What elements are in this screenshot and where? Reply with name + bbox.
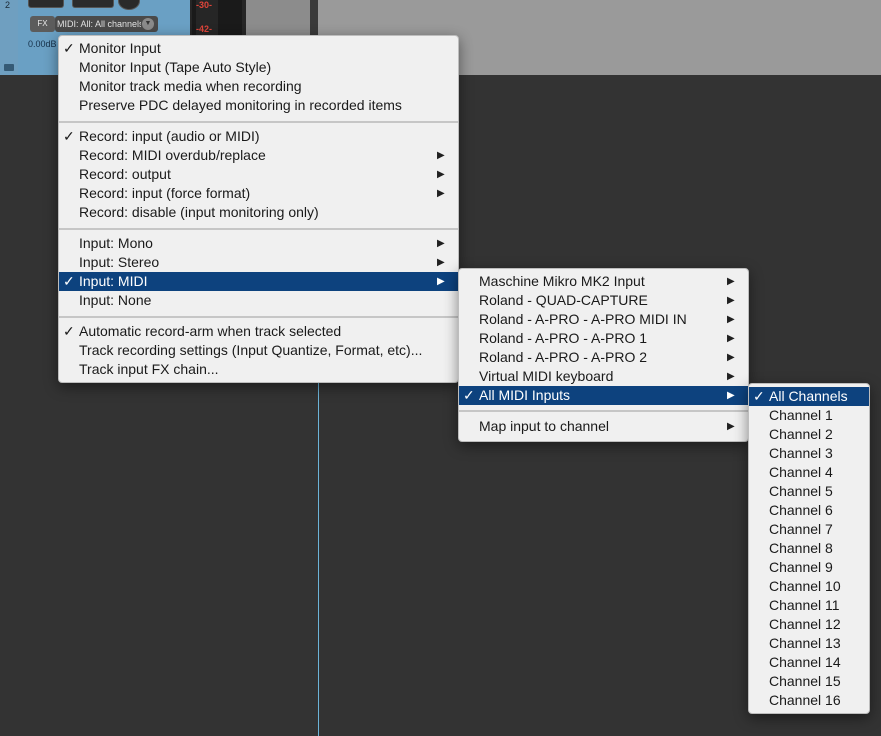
menu-item-maschine-mikro[interactable]: Maschine Mikro MK2 Input ▶: [459, 272, 748, 291]
menu-item-channel-5[interactable]: Channel 5: [749, 482, 869, 501]
record-input-menu: ✓ Monitor Input Monitor Input (Tape Auto…: [58, 35, 459, 383]
menu-item-record-output[interactable]: Record: output ▶: [59, 165, 458, 184]
menu-item-channel-3[interactable]: Channel 3: [749, 444, 869, 463]
menu-item-record-midi-overdub[interactable]: Record: MIDI overdub/replace ▶: [59, 146, 458, 165]
menu-item-record-force-format[interactable]: Record: input (force format) ▶: [59, 184, 458, 203]
menu-item-virtual-midi-keyboard[interactable]: Virtual MIDI keyboard ▶: [459, 367, 748, 386]
menu-item-track-input-fx-chain[interactable]: Track input FX chain...: [59, 360, 458, 379]
menu-item-channel-16[interactable]: Channel 16: [749, 691, 869, 710]
submenu-arrow-icon: ▶: [727, 352, 735, 363]
check-icon: ✓: [753, 388, 765, 404]
menu-item-roland-apro-midi-in[interactable]: Roland - A-PRO - A-PRO MIDI IN ▶: [459, 310, 748, 329]
track-strip[interactable]: 2: [0, 0, 18, 75]
volume-readout: 0.00dB: [28, 39, 57, 49]
menu-item-input-stereo[interactable]: Input: Stereo ▶: [59, 253, 458, 272]
menu-item-channel-1[interactable]: Channel 1: [749, 406, 869, 425]
submenu-arrow-icon: ▶: [437, 169, 445, 180]
menu-item-roland-apro-2[interactable]: Roland - A-PRO - A-PRO 2 ▶: [459, 348, 748, 367]
menu-item-channel-8[interactable]: Channel 8: [749, 539, 869, 558]
menu-item-channel-2[interactable]: Channel 2: [749, 425, 869, 444]
midi-channel-submenu: ✓ All Channels Channel 1 Channel 2 Chann…: [748, 383, 870, 714]
menu-separator: [59, 228, 458, 230]
menu-separator: [59, 316, 458, 318]
menu-item-track-recording-settings[interactable]: Track recording settings (Input Quantize…: [59, 341, 458, 360]
submenu-arrow-icon: ▶: [727, 421, 735, 432]
submenu-arrow-icon: ▶: [727, 276, 735, 287]
menu-item-record-disable[interactable]: Record: disable (input monitoring only): [59, 203, 458, 222]
menu-item-record-input[interactable]: ✓ Record: input (audio or MIDI): [59, 127, 458, 146]
submenu-arrow-icon: ▶: [727, 371, 735, 382]
check-icon: ✓: [463, 387, 475, 403]
menu-item-channel-9[interactable]: Channel 9: [749, 558, 869, 577]
menu-item-preserve-pdc[interactable]: Preserve PDC delayed monitoring in recor…: [59, 96, 458, 115]
meter-scale-label: -30-: [196, 0, 213, 10]
submenu-arrow-icon: ▶: [727, 333, 735, 344]
submenu-arrow-icon: ▶: [727, 295, 735, 306]
menu-item-monitor-input-tape[interactable]: Monitor Input (Tape Auto Style): [59, 58, 458, 77]
check-icon: ✓: [63, 323, 75, 339]
track-name-button[interactable]: [72, 0, 114, 8]
menu-item-channel-12[interactable]: Channel 12: [749, 615, 869, 634]
menu-separator: [59, 121, 458, 123]
menu-item-input-none[interactable]: Input: None: [59, 291, 458, 310]
check-icon: ✓: [63, 40, 75, 56]
check-icon: ✓: [63, 273, 75, 289]
menu-item-channel-4[interactable]: Channel 4: [749, 463, 869, 482]
menu-item-all-channels[interactable]: ✓ All Channels: [749, 387, 869, 406]
menu-item-channel-10[interactable]: Channel 10: [749, 577, 869, 596]
menu-item-input-mono[interactable]: Input: Mono ▶: [59, 234, 458, 253]
menu-item-auto-record-arm[interactable]: ✓ Automatic record-arm when track select…: [59, 322, 458, 341]
midi-input-submenu: Maschine Mikro MK2 Input ▶ Roland - QUAD…: [458, 268, 749, 442]
submenu-arrow-icon: ▶: [727, 314, 735, 325]
fx-button[interactable]: FX: [30, 16, 55, 32]
menu-separator: [459, 410, 748, 412]
menu-item-channel-14[interactable]: Channel 14: [749, 653, 869, 672]
input-select-label: MIDI: All: All channels: [57, 19, 141, 29]
input-select-field[interactable]: MIDI: All: All channels ▼: [55, 16, 158, 32]
submenu-arrow-icon: ▶: [437, 276, 445, 287]
submenu-arrow-icon: ▶: [727, 390, 735, 401]
menu-item-roland-apro-1[interactable]: Roland - A-PRO - A-PRO 1 ▶: [459, 329, 748, 348]
menu-item-map-input-to-channel[interactable]: Map input to channel ▶: [459, 417, 748, 436]
menu-item-monitor-input[interactable]: ✓ Monitor Input: [59, 39, 458, 58]
folder-icon[interactable]: [4, 64, 14, 71]
record-arm-button[interactable]: [28, 0, 64, 8]
track-number: 2: [5, 0, 11, 10]
submenu-arrow-icon: ▶: [437, 257, 445, 268]
submenu-arrow-icon: ▶: [437, 150, 445, 161]
check-icon: ✓: [63, 128, 75, 144]
menu-item-roland-quad-capture[interactable]: Roland - QUAD-CAPTURE ▶: [459, 291, 748, 310]
submenu-arrow-icon: ▶: [437, 238, 445, 249]
menu-item-all-midi-inputs[interactable]: ✓ All MIDI Inputs ▶: [459, 386, 748, 405]
menu-item-channel-7[interactable]: Channel 7: [749, 520, 869, 539]
menu-item-channel-15[interactable]: Channel 15: [749, 672, 869, 691]
submenu-arrow-icon: ▶: [437, 188, 445, 199]
menu-item-monitor-track-media[interactable]: Monitor track media when recording: [59, 77, 458, 96]
menu-item-channel-11[interactable]: Channel 11: [749, 596, 869, 615]
chevron-down-icon[interactable]: ▼: [142, 18, 154, 30]
menu-item-channel-6[interactable]: Channel 6: [749, 501, 869, 520]
menu-item-input-midi[interactable]: ✓ Input: MIDI ▶: [59, 272, 458, 291]
menu-item-channel-13[interactable]: Channel 13: [749, 634, 869, 653]
meter-scale-label: -42-: [196, 24, 213, 34]
